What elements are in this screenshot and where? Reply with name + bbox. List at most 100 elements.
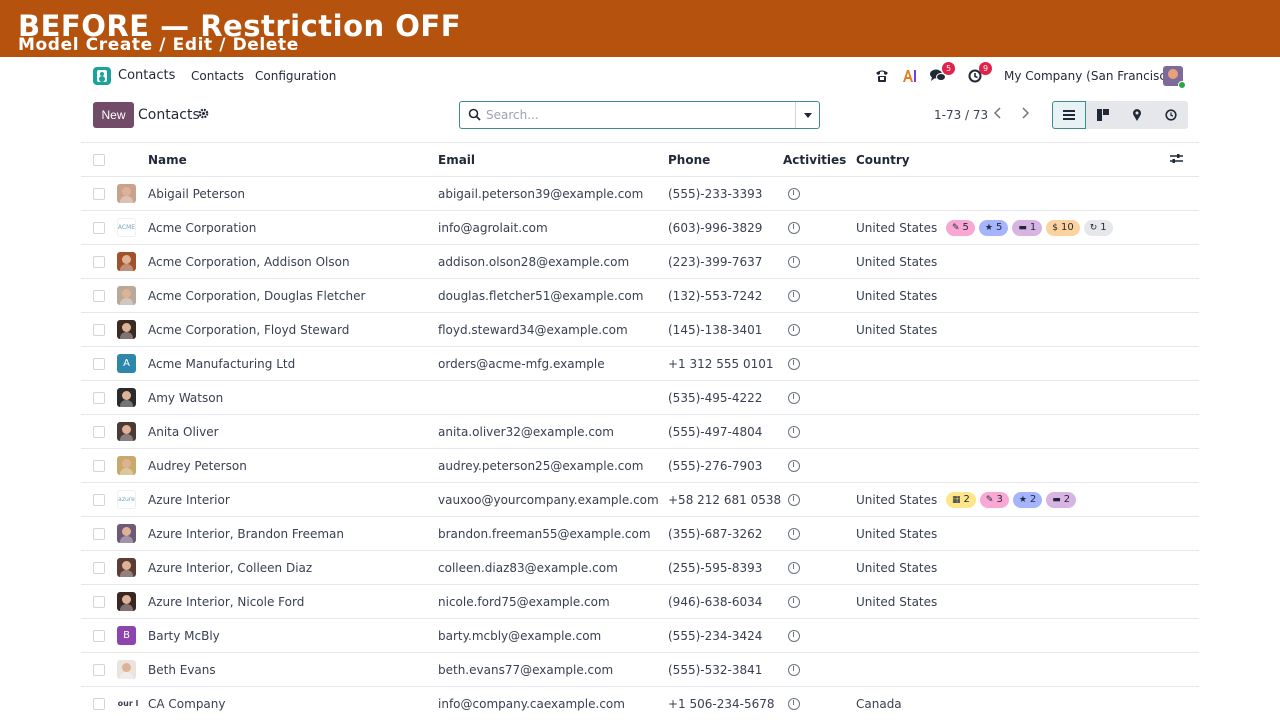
tag-badge[interactable]: ★ 5 xyxy=(978,219,1009,236)
app-name[interactable]: Contacts xyxy=(118,68,175,83)
tags-cell xyxy=(946,516,1169,551)
tag-badge[interactable]: ✎ 3 xyxy=(979,491,1009,508)
row-checkbox[interactable] xyxy=(93,392,105,404)
company-switcher[interactable]: My Company (San Francisco) xyxy=(1004,69,1178,83)
activity-clock-icon[interactable] xyxy=(788,664,800,676)
row-checkbox[interactable] xyxy=(93,630,105,642)
table-row[interactable]: Azure Interior, Brandon Freeman brandon.f… xyxy=(81,516,1199,551)
gear-icon[interactable] xyxy=(198,108,209,122)
table-row[interactable]: Beth Evans beth.evans77@example.com (555)-… xyxy=(81,652,1199,687)
select-all-checkbox[interactable] xyxy=(93,154,105,166)
activity-clock-icon[interactable] xyxy=(788,562,800,574)
contacts-app-icon[interactable] xyxy=(93,67,111,85)
table-row[interactable]: Acme Corporation, Douglas Fletcher dougla… xyxy=(81,278,1199,313)
row-checkbox[interactable] xyxy=(93,460,105,472)
avatar xyxy=(117,184,136,203)
header-phone[interactable]: Phone xyxy=(668,142,783,177)
row-checkbox[interactable] xyxy=(93,494,105,506)
tag-badge[interactable]: ▬ 1 xyxy=(1012,219,1043,236)
avatar xyxy=(117,286,136,305)
tag-badge[interactable]: ▦ 2 xyxy=(946,491,976,508)
user-avatar[interactable] xyxy=(1163,66,1186,89)
table-row[interactable]: azure Azure Interior vauxoo@yourcompany.ex… xyxy=(81,482,1199,517)
pager-next-icon[interactable] xyxy=(1021,107,1030,123)
activity-clock-icon[interactable] xyxy=(788,460,800,472)
tag-badge[interactable]: ✎ 5 xyxy=(946,219,975,236)
row-checkbox[interactable] xyxy=(93,188,105,200)
table-row[interactable]: Amy Watson (535)-495-4222 xyxy=(81,380,1199,415)
row-checkbox[interactable] xyxy=(93,528,105,540)
phone-icon[interactable] xyxy=(873,67,891,85)
row-checkbox[interactable] xyxy=(93,596,105,608)
search-bar[interactable] xyxy=(459,101,820,129)
pager-previous-icon[interactable] xyxy=(993,107,1002,123)
ai-icon[interactable] xyxy=(901,67,919,85)
tag-icon: ✎ xyxy=(985,494,994,505)
header-email[interactable]: Email xyxy=(438,142,668,177)
row-checkbox[interactable] xyxy=(93,698,105,710)
row-checkbox[interactable] xyxy=(93,222,105,234)
activity-view-button[interactable] xyxy=(1154,101,1188,129)
tag-badge[interactable]: ▬ 2 xyxy=(1046,491,1077,508)
table-row[interactable]: Anita Oliver anita.oliver32@example.com (5… xyxy=(81,414,1199,449)
table-row[interactable]: Azure Interior, Nicole Ford nicole.ford75… xyxy=(81,584,1199,619)
tag-badge[interactable]: ↻ 1 xyxy=(1083,219,1113,236)
row-checkbox[interactable] xyxy=(93,562,105,574)
activity-clock-icon[interactable] xyxy=(788,222,800,234)
row-checkbox[interactable] xyxy=(93,324,105,336)
table-row[interactable]: Azure Interior, Colleen Diaz colleen.diaz… xyxy=(81,550,1199,585)
row-checkbox[interactable] xyxy=(93,426,105,438)
activity-clock-icon[interactable] xyxy=(788,630,800,642)
contact-country xyxy=(856,380,946,415)
activity-clock-icon[interactable] xyxy=(788,426,800,438)
header-country[interactable]: Country xyxy=(856,142,946,177)
contact-email: douglas.fletcher51@example.com xyxy=(438,278,668,313)
activity-clock-icon[interactable] xyxy=(788,256,800,268)
list-view-button[interactable] xyxy=(1052,101,1086,129)
menu-contacts[interactable]: Contacts xyxy=(191,69,244,83)
row-checkbox[interactable] xyxy=(93,358,105,370)
table-row[interactable]: A Acme Manufacturing Ltd orders@acme-mfg.e… xyxy=(81,346,1199,381)
row-checkbox[interactable] xyxy=(93,290,105,302)
table-row[interactable]: Abigail Peterson abigail.peterson39@examp… xyxy=(81,176,1199,211)
header-name[interactable]: Name xyxy=(148,142,438,177)
contact-email: orders@acme-mfg.example xyxy=(438,346,668,381)
activity-clock-icon[interactable] xyxy=(788,596,800,608)
header-activities[interactable]: Activities xyxy=(783,142,856,177)
table-row[interactable]: our l CA Company info@company.caexample.co… xyxy=(81,686,1199,720)
contact-name: Azure Interior, Brandon Freeman xyxy=(148,516,438,551)
activity-clock-icon[interactable] xyxy=(788,188,800,200)
activity-clock-icon[interactable] xyxy=(788,324,800,336)
activity-clock-icon[interactable] xyxy=(788,698,800,710)
table-row[interactable]: Acme Corporation, Floyd Steward floyd.ste… xyxy=(81,312,1199,347)
pager-value[interactable]: 1-73 / 73 xyxy=(934,108,988,122)
table-row[interactable]: Audrey Peterson audrey.peterson25@example… xyxy=(81,448,1199,483)
contact-name: Barty McBly xyxy=(148,618,438,653)
search-input[interactable] xyxy=(486,106,786,124)
tag-badge[interactable]: $10 xyxy=(1046,219,1080,236)
map-view-button[interactable] xyxy=(1120,101,1154,129)
contacts-table: Name Email Phone Activities Country Abig… xyxy=(81,142,1199,720)
activity-clock-icon[interactable] xyxy=(788,358,800,370)
activity-clock-icon[interactable] xyxy=(788,494,800,506)
kanban-view-button[interactable] xyxy=(1086,101,1120,129)
select-all-cell xyxy=(81,142,117,177)
activity-clock-icon[interactable] xyxy=(788,290,800,302)
search-options-toggle[interactable] xyxy=(795,102,819,128)
optional-columns-icon[interactable] xyxy=(1169,153,1183,164)
table-row[interactable]: ACME Acme Corporation info@agrolait.com (60… xyxy=(81,210,1199,245)
messages-icon[interactable]: 5 xyxy=(929,62,955,85)
menu-configuration[interactable]: Configuration xyxy=(255,69,336,83)
activity-cell xyxy=(783,686,856,720)
table-row[interactable]: B Barty McBly barty.mcbly@example.com (555)… xyxy=(81,618,1199,653)
row-checkbox[interactable] xyxy=(93,256,105,268)
new-button[interactable]: New xyxy=(93,102,134,128)
row-select-cell xyxy=(81,346,117,381)
contact-name: Abigail Peterson xyxy=(148,176,438,211)
table-row[interactable]: Acme Corporation, Addison Olson addison.o… xyxy=(81,244,1199,279)
tag-badge[interactable]: ★ 2 xyxy=(1012,491,1043,508)
row-checkbox[interactable] xyxy=(93,664,105,676)
activities-icon[interactable]: 9 xyxy=(966,62,992,85)
activity-clock-icon[interactable] xyxy=(788,392,800,404)
activity-clock-icon[interactable] xyxy=(788,528,800,540)
